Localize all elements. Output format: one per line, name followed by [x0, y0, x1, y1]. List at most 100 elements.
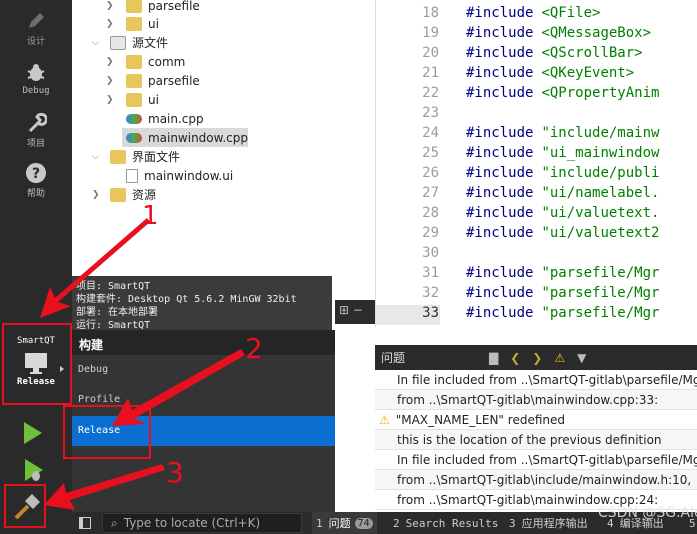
debug-run-icon — [25, 459, 43, 481]
tree-item-mainwindow-ui[interactable]: mainwindow.ui — [126, 166, 233, 185]
code-line: #include "ui/valuetext. — [466, 205, 659, 221]
tab-application-output[interactable]: 3 应用程序输出 — [509, 512, 588, 534]
issue-row[interactable]: In file included from ..\SmartQT-gitlab\… — [375, 450, 697, 470]
include-keyword: #include — [466, 205, 534, 221]
tree-item-resources[interactable]: ❯ 资源 — [92, 185, 156, 204]
toggle-sidebar-icon[interactable] — [79, 517, 91, 529]
line-number: 25 — [422, 145, 439, 161]
chevron-right-icon: ❯ — [92, 189, 100, 200]
cpp-folder-icon — [110, 35, 126, 50]
mode-debug[interactable]: Debug — [0, 62, 72, 96]
folder-icon — [126, 0, 142, 13]
issue-row[interactable]: from ..\SmartQT-gitlab\mainwindow.cpp:33… — [375, 390, 697, 410]
kit-tooltip: 项目: SmartQT 构建套件: Desktop Qt 5.6.2 MinGW… — [72, 276, 332, 330]
search-icon: ⌕ — [111, 515, 118, 530]
issue-row[interactable]: In file included from ..\SmartQT-gitlab\… — [375, 370, 697, 390]
include-target: "ui/valuetext2 — [541, 225, 660, 241]
line-number: 18 — [422, 5, 439, 21]
include-target: "include/publi — [541, 165, 660, 181]
build-option-debug[interactable]: Debug — [72, 360, 335, 382]
line-number: 20 — [422, 45, 439, 61]
line-number: 28 — [422, 205, 439, 221]
include-target: <QPropertyAnim — [541, 85, 660, 101]
tree-item-parsefile[interactable]: ❯ parsefile — [106, 71, 200, 90]
issue-row[interactable]: ⚠ "MAX_NAME_LEN" redefined — [375, 410, 697, 430]
tab-issues[interactable]: 1 问题 74 — [312, 512, 377, 534]
line-number: 31 — [422, 265, 439, 281]
mode-projects[interactable]: 项目 — [0, 112, 72, 149]
tab-search-results[interactable]: 2 Search Results — [393, 512, 498, 534]
issue-count-badge: 74 — [354, 517, 373, 529]
split-icon[interactable]: ⊞ − — [339, 303, 363, 317]
folder-icon — [126, 73, 142, 88]
previous-icon[interactable]: ❮ — [510, 351, 520, 365]
locator-input[interactable]: ⌕ Type to locate (Ctrl+K) — [102, 513, 302, 533]
design-pencil-icon — [29, 13, 44, 28]
cpp-file-icon — [126, 113, 142, 124]
include-keyword: #include — [466, 85, 534, 101]
chevron-down-icon: ⌵ — [92, 37, 99, 48]
panel-toolbar: ⊞ − — [335, 300, 375, 324]
funnel-icon[interactable]: ▼ — [577, 351, 586, 365]
wrench-icon — [28, 112, 47, 133]
include-keyword: #include — [466, 125, 534, 141]
mode-label: 设计 — [26, 37, 45, 47]
build-button[interactable] — [4, 484, 46, 528]
issues-header: 问题 ▇ ❮ ❯ ⚠ ▼ — [375, 345, 697, 370]
tree-item-parsefile-top[interactable]: ❯ parsefile — [106, 0, 200, 15]
code-line: #include "parsefile/Mgr — [466, 305, 659, 321]
issue-row[interactable]: this is the location of the previous def… — [375, 430, 697, 450]
folder-icon — [126, 16, 142, 31]
mode-label: Debug — [22, 86, 50, 96]
include-keyword: #include — [466, 45, 534, 61]
tooltip-run: 运行: SmartQT — [76, 320, 151, 330]
tree-item-comm[interactable]: ❯ comm — [106, 52, 185, 71]
issue-row[interactable]: from ..\SmartQT-gitlab\include/mainwindo… — [375, 470, 697, 490]
include-keyword: #include — [466, 225, 534, 241]
include-target: <QScrollBar> — [541, 45, 643, 61]
code-line: #include "ui/valuetext2 — [466, 225, 659, 241]
bug-icon — [27, 64, 45, 81]
code-line: #include <QKeyEvent> — [466, 65, 634, 81]
include-keyword: #include — [466, 25, 534, 41]
include-target: <QMessageBox> — [541, 25, 652, 41]
chevron-right-icon: ❯ — [106, 56, 114, 67]
chevron-down-icon: ⌵ — [92, 151, 99, 162]
line-number: 26 — [422, 165, 439, 181]
debug-run-button[interactable] — [24, 459, 43, 481]
line-number: 30 — [422, 245, 439, 261]
line-number: 33 — [422, 305, 439, 321]
tree-item-sources[interactable]: ⌵ 源文件 — [92, 33, 168, 52]
warning-filter-icon[interactable]: ⚠ — [554, 351, 565, 365]
filter-tool-icon[interactable]: ▇ — [489, 351, 498, 365]
mode-label: 帮助 — [26, 189, 45, 199]
include-target: "parsefile/Mgr — [541, 285, 660, 301]
line-number: 29 — [422, 225, 439, 241]
include-target: "parsefile/Mgr — [541, 265, 660, 281]
include-target: <QKeyEvent> — [541, 65, 635, 81]
tree-item-ui-top[interactable]: ❯ ui — [106, 14, 159, 33]
code-line: #include "parsefile/Mgr — [466, 265, 659, 281]
kit-selector-highlight — [2, 323, 72, 405]
tooltip-project: 项目: SmartQT — [76, 281, 151, 292]
tree-item-ui[interactable]: ❯ ui — [106, 90, 159, 109]
code-line: #include <QFile> — [466, 5, 600, 21]
locator-placeholder: Type to locate (Ctrl+K) — [123, 516, 261, 530]
tooltip-deploy: 部署: 在本地部署 — [76, 307, 159, 318]
line-number: 27 — [422, 185, 439, 201]
svg-text:?: ? — [32, 166, 40, 182]
include-keyword: #include — [466, 65, 534, 81]
include-keyword: #include — [466, 185, 534, 201]
cpp-file-icon — [126, 132, 142, 143]
line-number: 22 — [422, 85, 439, 101]
forms-folder-icon — [110, 149, 126, 164]
tree-item-forms[interactable]: ⌵ 界面文件 — [92, 147, 180, 166]
mode-help[interactable]: ? 帮助 — [0, 162, 72, 199]
qt-creator-window: 设计 Debug 项目 ? 帮助 SmartQT Release ❯ parse… — [0, 0, 697, 534]
run-button[interactable] — [24, 422, 42, 444]
mode-design[interactable]: 设计 — [0, 10, 72, 47]
tree-item-mainwindow-cpp[interactable]: mainwindow.cpp — [122, 128, 248, 147]
next-icon[interactable]: ❯ — [532, 351, 542, 365]
tree-item-main-cpp[interactable]: main.cpp — [126, 109, 204, 128]
chevron-right-icon: ❯ — [106, 75, 114, 86]
